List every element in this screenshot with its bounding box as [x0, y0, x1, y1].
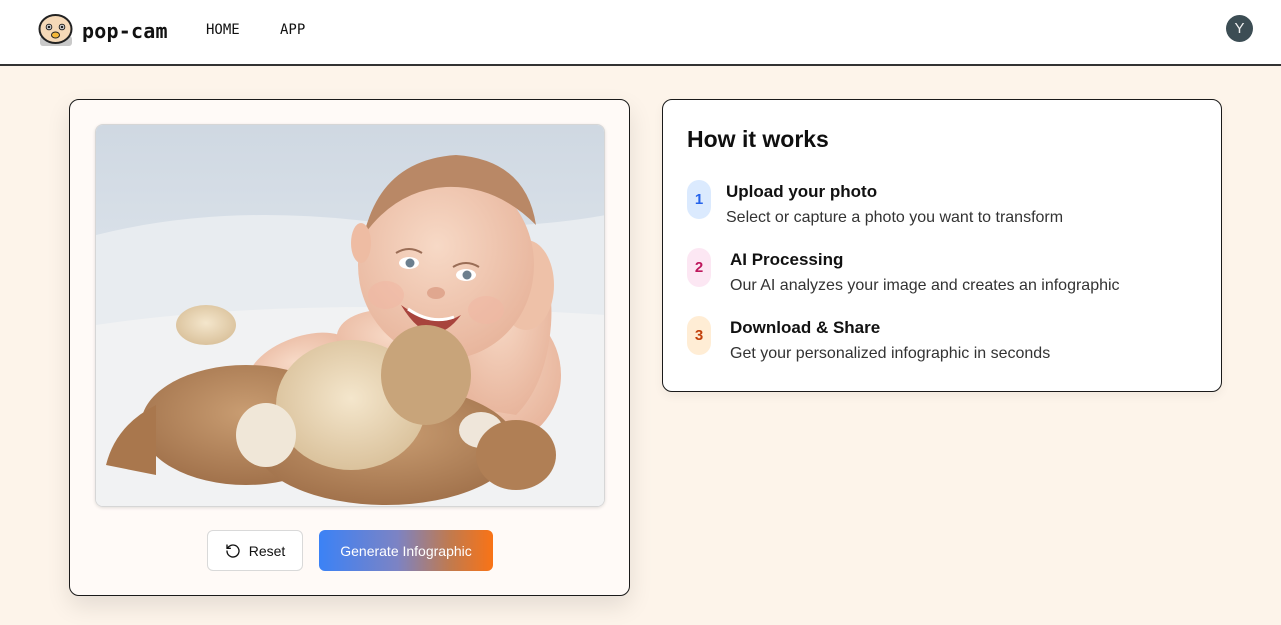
nav-app-link[interactable]: APP	[280, 22, 305, 38]
reset-button-label: Reset	[248, 542, 286, 559]
generate-button-label: Generate Infographic	[340, 542, 472, 559]
brand-logo-link[interactable]: pop-cam	[37, 14, 168, 47]
step-description: Get your personalized infographic in sec…	[730, 345, 1051, 362]
brand-name: pop-cam	[82, 18, 168, 43]
top-navbar: pop-cam HOME APP Y	[0, 0, 1281, 66]
rotate-ccw-icon	[226, 543, 240, 558]
step-title: AI Processing	[730, 250, 844, 269]
reset-button[interactable]: Reset	[207, 530, 303, 571]
step-description: Our AI analyzes your image and creates a…	[730, 277, 1120, 294]
step-description: Select or capture a photo you want to tr…	[726, 209, 1064, 226]
step-number-badge: 3	[687, 316, 711, 355]
step-title: Download & Share	[730, 318, 881, 337]
photo-upload-card: Reset Generate Infographic	[69, 99, 630, 596]
nav-home-link[interactable]: HOME	[206, 22, 240, 38]
step-number-badge: 2	[687, 248, 711, 287]
generate-infographic-button[interactable]: Generate Infographic	[319, 530, 493, 571]
cartoon-face-icon	[38, 14, 73, 46]
user-avatar[interactable]: Y	[1226, 15, 1253, 42]
how-it-works-card: How it works 1 Upload your photo Select …	[662, 99, 1222, 392]
step-number-badge: 1	[687, 180, 711, 219]
photo-image	[96, 125, 604, 506]
step-title: Upload your photo	[726, 182, 878, 201]
how-it-works-title: How it works	[687, 126, 829, 152]
uploaded-photo-preview	[95, 124, 605, 507]
